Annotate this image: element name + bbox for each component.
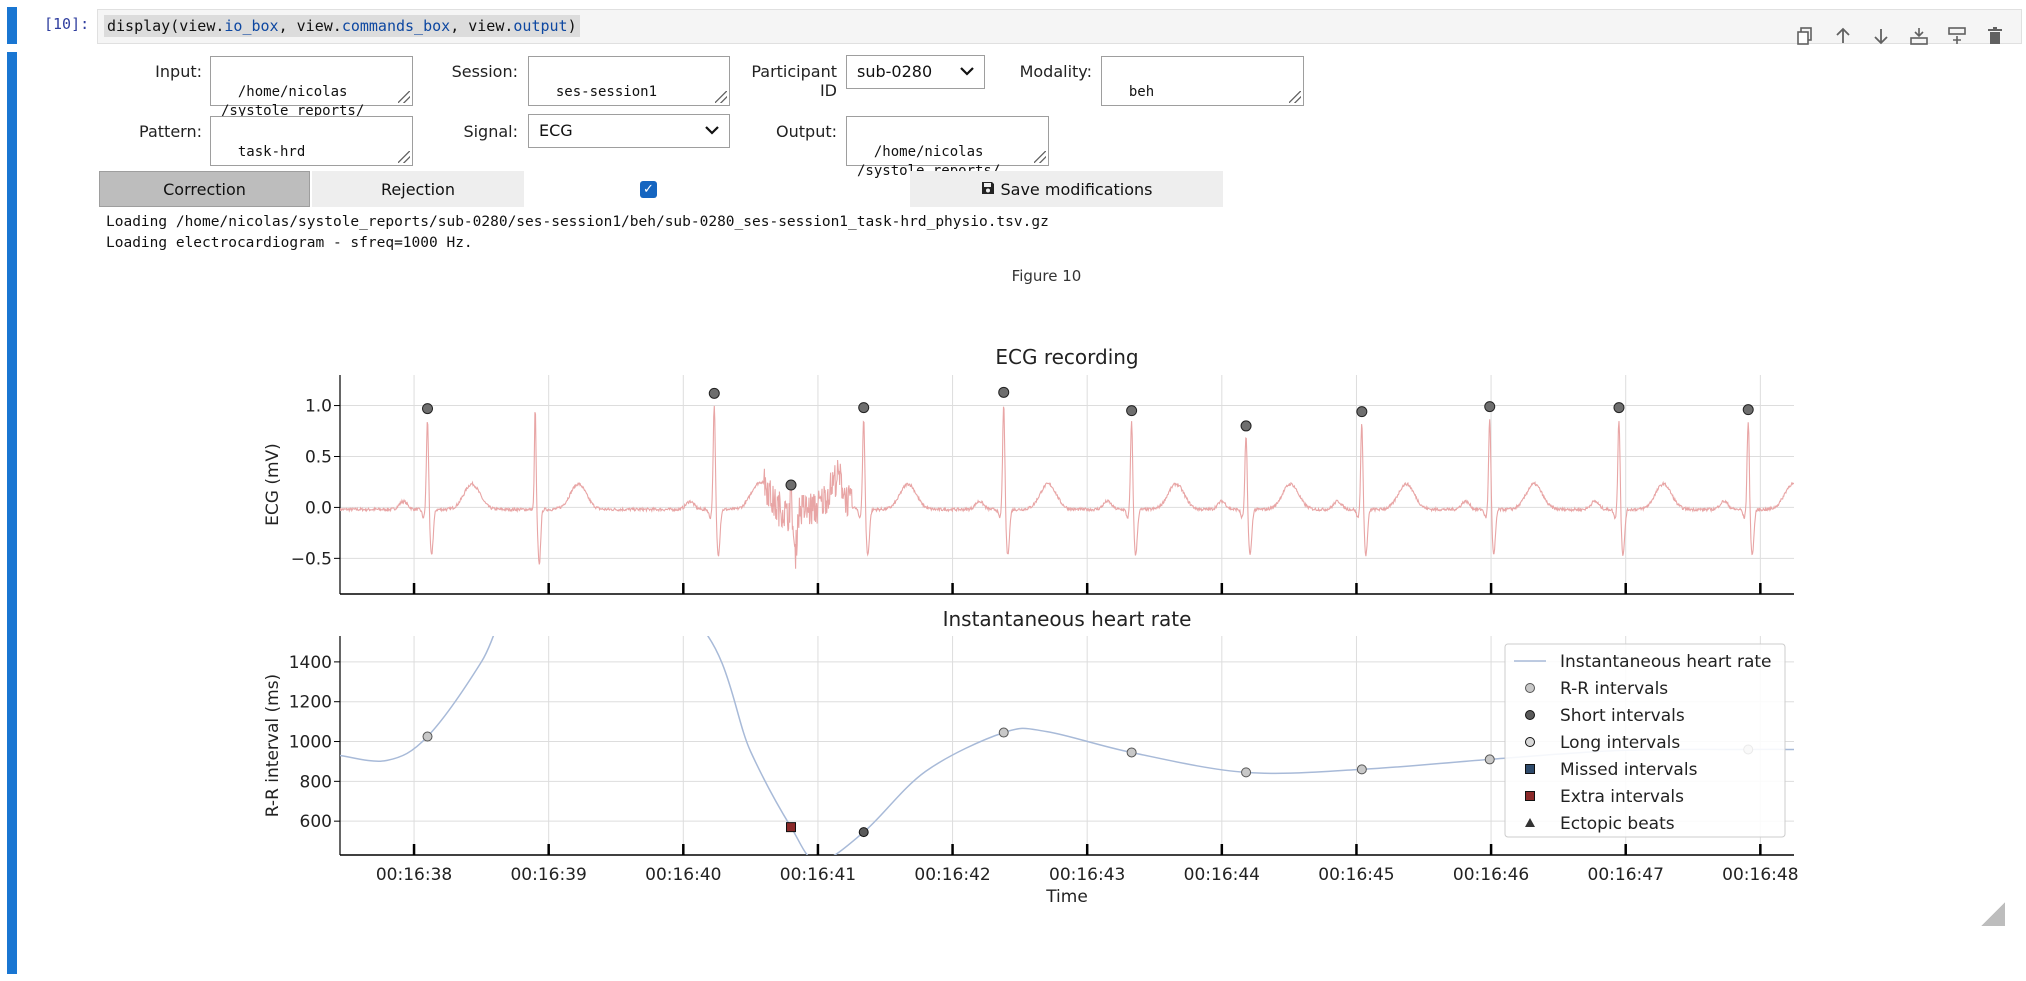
legend-square-icon xyxy=(1525,791,1535,801)
ecg-y-tick-label: 1.0 xyxy=(305,397,332,417)
r-peak-marker xyxy=(422,403,434,415)
ecg-y-tick-label: 0.5 xyxy=(305,447,332,467)
legend-entry-label: Extra intervals xyxy=(1560,787,1684,807)
r-peak-marker xyxy=(1240,420,1252,432)
rr-interval-marker xyxy=(1356,764,1367,775)
hr-x-tick-label: 00:16:42 xyxy=(914,865,990,885)
hr-y-tick-label: 1400 xyxy=(289,653,332,673)
extra-interval-marker xyxy=(786,822,797,833)
legend-entry-label: Short intervals xyxy=(1560,706,1685,726)
hr-x-tick-label: 00:16:38 xyxy=(376,865,452,885)
hr-x-tick-label: 00:16:40 xyxy=(645,865,721,885)
legend-circle-icon xyxy=(1525,737,1535,747)
r-peak-marker xyxy=(998,386,1010,398)
r-peak-marker xyxy=(1484,401,1496,413)
hr-x-tick-label: 00:16:46 xyxy=(1453,865,1529,885)
figure-canvas: 00:16:38 00:16:39 00:16:40 00:16:41 00:16:42… xyxy=(263,345,1799,907)
legend-entry-label: Missed intervals xyxy=(1560,760,1698,780)
r-peak-marker xyxy=(1356,406,1368,418)
ecg-title: ECG recording xyxy=(995,345,1138,369)
ecg-trace xyxy=(340,405,1794,569)
r-peak-marker xyxy=(785,479,797,491)
legend-entry-label: Ectopic beats xyxy=(1560,814,1675,834)
r-peak-marker xyxy=(858,402,870,414)
hr-x-tick-label: 00:16:39 xyxy=(510,865,586,885)
legend-circle-icon xyxy=(1525,683,1535,693)
legend-entry-label: Instantaneous heart rate xyxy=(1560,652,1772,672)
hr-y-tick-label: 600 xyxy=(300,812,332,832)
hr-x-tick-label: 00:16:41 xyxy=(780,865,856,885)
rr-interval-marker xyxy=(1484,754,1495,765)
hr-y-tick-label: 1200 xyxy=(289,693,332,713)
ecg-y-label: ECG (mV) xyxy=(263,443,283,526)
hr-y-tick-label: 1000 xyxy=(289,733,332,753)
rr-interval-marker xyxy=(1126,747,1137,758)
hr-x-label: Time xyxy=(1045,887,1088,907)
short-interval-marker xyxy=(858,827,869,838)
hr-x-tick-label: 00:16:43 xyxy=(1049,865,1125,885)
hr-title: Instantaneous heart rate xyxy=(943,607,1192,631)
legend-entry-label: R-R intervals xyxy=(1560,679,1668,699)
r-peak-marker xyxy=(1126,405,1138,417)
r-peak-marker xyxy=(1742,404,1754,416)
rr-interval-marker xyxy=(998,727,1009,738)
hr-x-tick-label: 00:16:45 xyxy=(1318,865,1394,885)
r-peak-marker xyxy=(708,387,720,399)
hr-y-label: R-R interval (ms) xyxy=(263,674,283,817)
hr-x-tick-label: 00:16:47 xyxy=(1588,865,1664,885)
hr-x-tick-label: 00:16:44 xyxy=(1184,865,1260,885)
legend-entry-label: Long intervals xyxy=(1560,733,1680,753)
r-peak-marker xyxy=(1613,402,1625,414)
ecg-y-tick-label: −0.5 xyxy=(291,549,332,569)
rr-interval-marker xyxy=(1241,767,1252,778)
ecg-y-tick-label: 0.0 xyxy=(305,498,332,518)
legend-square-icon xyxy=(1525,764,1535,774)
legend-circle-icon xyxy=(1525,710,1535,720)
hr-y-tick-label: 800 xyxy=(300,772,332,792)
figure-resize-handle[interactable] xyxy=(1981,902,2005,926)
hr-x-tick-label: 00:16:48 xyxy=(1722,865,1798,885)
rr-interval-marker xyxy=(422,731,433,742)
